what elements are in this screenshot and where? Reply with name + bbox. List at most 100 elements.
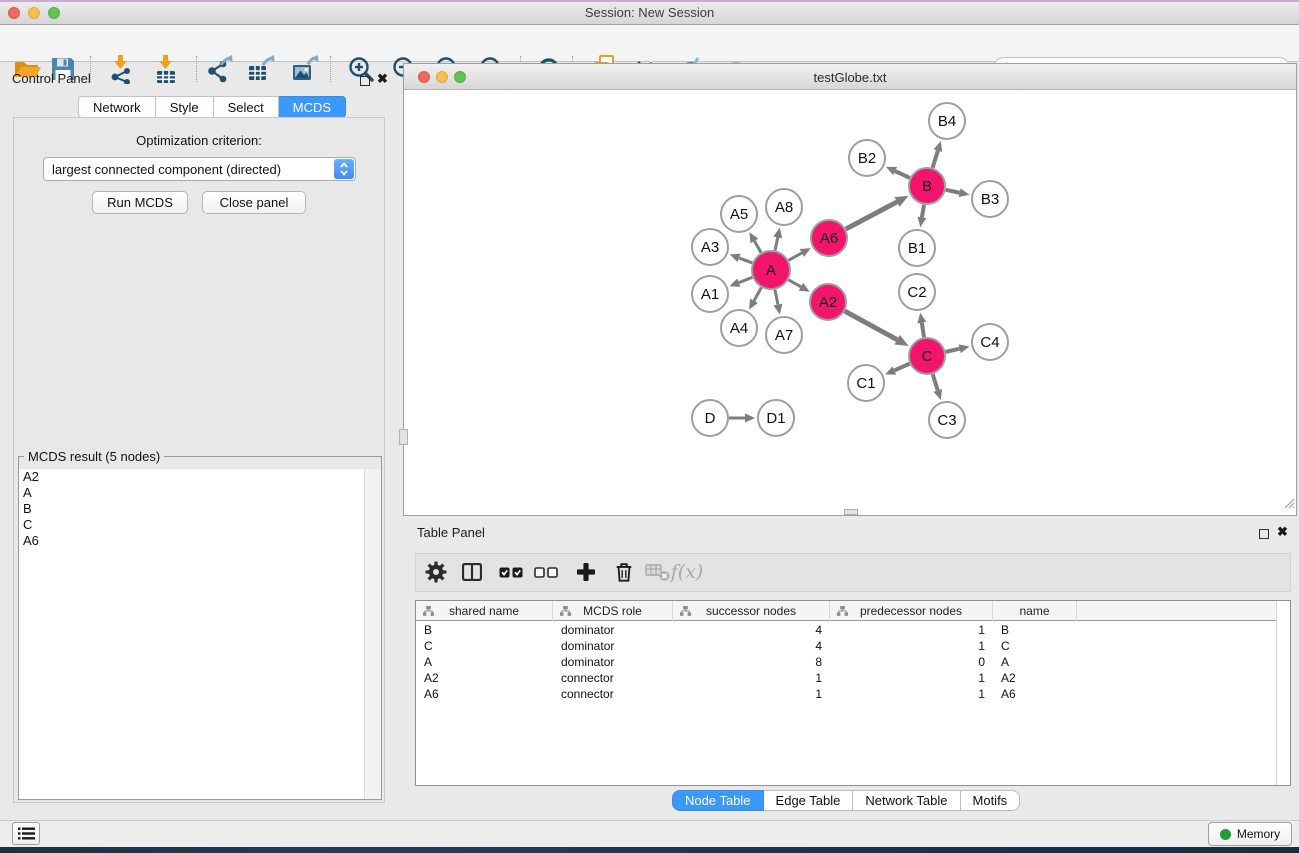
export-image-icon[interactable] (288, 53, 322, 85)
cell-shared-name: A6 (416, 687, 553, 701)
control-panel-close-icon[interactable]: ✖ (377, 73, 388, 85)
column-header-predecessor-nodes[interactable]: predecessor nodes (830, 601, 993, 621)
edge-arrowhead (917, 313, 926, 324)
graph-node-label: A8 (775, 199, 793, 216)
edge-A-A7[interactable] (775, 290, 778, 305)
mcds-result-items: A2ABCA6 (19, 469, 381, 549)
mcds-result-item[interactable]: A (19, 485, 381, 501)
column-view-icon[interactable] (455, 556, 489, 588)
table-row[interactable]: Cdominator41C (416, 638, 1290, 654)
memory-button[interactable]: Memory (1208, 822, 1292, 846)
edge-B-B4[interactable] (933, 151, 938, 168)
control-panel-tabs: NetworkStyleSelectMCDS (78, 96, 346, 118)
column-header-shared-name[interactable]: shared name (416, 601, 553, 621)
select-all-checkboxes-icon[interactable] (494, 556, 528, 588)
left-split-handle[interactable] (399, 429, 408, 445)
settings-gear-icon[interactable] (419, 556, 453, 588)
resize-grip-icon[interactable] (1282, 496, 1295, 514)
edge-A-A2[interactable] (788, 280, 801, 287)
table-row[interactable]: Adominator80A (416, 654, 1290, 670)
edge-B-B3[interactable] (946, 190, 960, 193)
mcds-result-item[interactable]: A2 (19, 469, 381, 485)
graph-node-label: C (922, 348, 933, 365)
edge-B-B2[interactable] (895, 171, 910, 178)
edge-B-B1[interactable] (922, 205, 924, 218)
task-history-button[interactable] (12, 822, 40, 845)
mcds-result-scrollbar[interactable] (364, 469, 381, 799)
cell-predecessor-nodes: 1 (830, 639, 993, 653)
delete-column-icon[interactable] (607, 556, 641, 588)
cell-predecessor-nodes: 1 (830, 687, 993, 701)
main-toolbar (0, 25, 1299, 62)
network-window-titlebar[interactable]: testGlobe.txt (404, 64, 1296, 90)
cell-shared-name: C (416, 639, 553, 653)
cell-successor-nodes: 1 (673, 687, 830, 701)
table-header-row: shared nameMCDS rolesuccessor nodesprede… (416, 601, 1290, 621)
edge-arrowhead (917, 217, 926, 228)
edge-A-A5[interactable] (754, 241, 761, 253)
cell-shared-name: A (416, 655, 553, 669)
mcds-result-item[interactable]: A6 (19, 533, 381, 549)
tab-motifs[interactable]: Motifs (961, 790, 1021, 811)
network-graph[interactable]: B4B2BB3A5A8A6A3B1AA1C2A2A4A7C4CC1DD1C3 (404, 90, 1296, 516)
import-table-icon[interactable] (149, 53, 183, 85)
mcds-result-item[interactable]: C (19, 517, 381, 533)
table-panel-close-icon[interactable]: ✖ (1277, 526, 1288, 538)
table-row[interactable]: Bdominator41B (416, 622, 1290, 638)
edge-arrowhead (934, 141, 943, 152)
graph-node-label: A3 (701, 239, 719, 256)
criterion-dropdown[interactable]: largest connected component (directed) (43, 157, 356, 181)
edge-A-A1[interactable] (739, 277, 753, 282)
edge-arrowhead (745, 414, 755, 423)
table-panel-float-icon[interactable] (1259, 526, 1269, 544)
deselect-all-checkboxes-icon[interactable] (529, 556, 563, 588)
tab-network[interactable]: Network (78, 96, 156, 118)
edge-A-A4[interactable] (754, 288, 761, 301)
export-table-icon[interactable] (244, 53, 278, 85)
graph-node-label: D1 (766, 410, 785, 427)
bottom-split-handle[interactable] (844, 509, 858, 515)
node-table: shared nameMCDS rolesuccessor nodesprede… (415, 600, 1291, 786)
graph-node-label: B (922, 178, 932, 195)
close-panel-button[interactable]: Close panel (202, 191, 306, 214)
tab-style[interactable]: Style (156, 96, 214, 118)
tab-node-table[interactable]: Node Table (672, 790, 764, 811)
table-row[interactable]: A6connector11A6 (416, 686, 1290, 702)
cell-name: A6 (993, 687, 1077, 701)
graph-node-label: A5 (730, 206, 748, 223)
function-builder-icon[interactable]: f(x) (666, 556, 708, 588)
edge-A-A6[interactable] (789, 253, 802, 260)
export-network-icon[interactable] (202, 53, 236, 85)
tab-mcds[interactable]: MCDS (279, 96, 346, 118)
table-scrollbar[interactable] (1276, 601, 1290, 785)
tab-edge-table[interactable]: Edge Table (764, 790, 854, 811)
edge-C-C3[interactable] (933, 374, 938, 390)
edge-C-C2[interactable] (922, 323, 924, 338)
mcds-result-list[interactable]: A2ABCA6 (19, 469, 381, 799)
edge-C-C1[interactable] (894, 364, 909, 371)
add-column-icon[interactable] (569, 556, 603, 588)
import-network-icon[interactable] (104, 53, 138, 85)
cell-mcds-role: dominator (553, 623, 673, 637)
edge-A-A3[interactable] (739, 258, 752, 263)
column-header-mcds-role[interactable]: MCDS role (553, 601, 673, 621)
cell-successor-nodes: 4 (673, 639, 830, 653)
memory-status-icon (1220, 829, 1231, 840)
table-row[interactable]: A2connector11A2 (416, 670, 1290, 686)
session-title: Session: New Session (0, 5, 1299, 20)
edge-A-A8[interactable] (775, 237, 778, 250)
cell-name: A2 (993, 671, 1077, 685)
column-header-successor-nodes[interactable]: successor nodes (673, 601, 830, 621)
edge-A6-B[interactable] (846, 202, 897, 229)
cell-shared-name: A2 (416, 671, 553, 685)
graph-node-label: B3 (981, 191, 999, 208)
tab-select[interactable]: Select (214, 96, 279, 118)
graph-node-label: A1 (701, 286, 719, 303)
edge-A2-C[interactable] (845, 311, 897, 340)
tab-network-table[interactable]: Network Table (853, 790, 960, 811)
run-mcds-button[interactable]: Run MCDS (92, 191, 188, 214)
control-panel-float-icon[interactable] (360, 73, 370, 91)
mcds-result-item[interactable]: B (19, 501, 381, 517)
edge-C-C4[interactable] (946, 349, 960, 352)
column-header-name[interactable]: name (993, 601, 1077, 621)
